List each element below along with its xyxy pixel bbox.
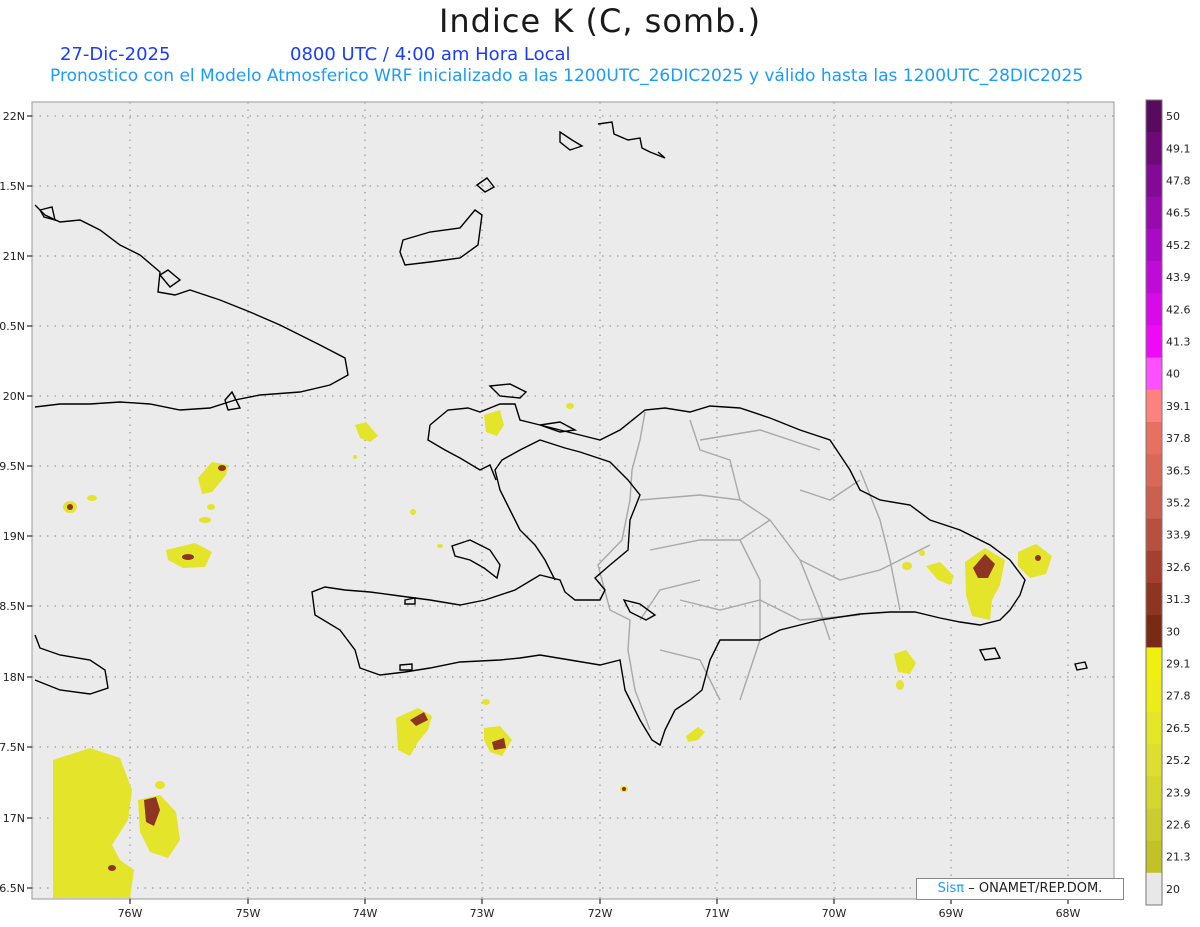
- legend-label: 32.6: [1166, 561, 1191, 574]
- lon-label: 72W: [588, 907, 613, 920]
- legend-label: 33.9: [1166, 529, 1191, 542]
- legend-swatch: [1146, 583, 1162, 616]
- lon-labels: 76W 75W 74W 73W 72W 71W 70W 69W 68W: [118, 907, 1081, 920]
- legend-colorbar: [1145, 99, 1163, 906]
- lon-label: 71W: [705, 907, 730, 920]
- legend-swatch: [1146, 325, 1162, 359]
- legend-label: 45.2: [1166, 239, 1191, 252]
- lat-label: 18N: [3, 671, 25, 684]
- lat-label: 19N: [3, 530, 25, 543]
- legend-label: 22.6: [1166, 819, 1191, 832]
- lon-label: 74W: [353, 907, 378, 920]
- lat-label: 17N: [3, 812, 25, 825]
- legend-swatch: [1146, 132, 1162, 165]
- legend-swatch: [1146, 872, 1162, 906]
- lon-label: 69W: [939, 907, 964, 920]
- lat-label: 1.5N: [0, 180, 25, 193]
- legend-label: 40: [1166, 368, 1180, 381]
- legend-swatch: [1146, 196, 1162, 230]
- legend-label: 20: [1166, 883, 1180, 896]
- legend-label: 42.6: [1166, 303, 1191, 316]
- legend-label: 25.2: [1166, 754, 1191, 767]
- legend-swatch: [1146, 518, 1162, 552]
- credit-tag: Sisπ – ONAMET/REP.DOM.: [916, 878, 1124, 900]
- lon-label: 68W: [1056, 907, 1081, 920]
- lat-label: 0.5N: [0, 320, 25, 333]
- legend-swatch: [1146, 711, 1162, 745]
- legend-label: 23.9: [1166, 786, 1191, 799]
- legend-label: 31.3: [1166, 593, 1191, 606]
- legend-swatch: [1146, 454, 1162, 487]
- legend-swatch: [1146, 261, 1162, 294]
- legend-swatch: [1146, 615, 1162, 648]
- legend-label: 49.1: [1166, 142, 1191, 155]
- legend-label: 50: [1166, 110, 1180, 123]
- lat-labels: 22N 1.5N 21N 0.5N 20N 9.5N 19N 8.5N 18N …: [0, 110, 25, 895]
- lat-label: 7.5N: [0, 741, 25, 754]
- lon-label: 75W: [236, 907, 261, 920]
- lat-label: 21N: [3, 250, 25, 263]
- lat-label: 22N: [3, 110, 25, 123]
- legend-label: 27.8: [1166, 690, 1191, 703]
- map-canvas: 22N 1.5N 21N 0.5N 20N 9.5N 19N 8.5N 18N …: [0, 99, 1191, 920]
- legend-swatch: [1146, 164, 1162, 198]
- legend-label: 39.1: [1166, 400, 1191, 413]
- legend-swatch: [1146, 647, 1162, 681]
- legend-label: 36.5: [1166, 464, 1191, 477]
- credit-brand: Sisπ: [937, 881, 965, 896]
- legend-swatch: [1146, 776, 1162, 809]
- legend-swatch: [1146, 744, 1162, 777]
- legend-swatch: [1146, 389, 1162, 423]
- lat-label: 9.5N: [0, 460, 25, 473]
- legend-swatch: [1146, 228, 1162, 262]
- lat-label: 20N: [3, 390, 25, 403]
- legend-swatch: [1146, 679, 1162, 713]
- legend-label: 26.5: [1166, 722, 1191, 735]
- legend-swatch: [1146, 486, 1162, 520]
- legend-swatch: [1146, 422, 1162, 455]
- legend-swatch: [1146, 357, 1162, 391]
- legend-swatch: [1146, 840, 1162, 874]
- legend-label: 46.5: [1166, 207, 1191, 220]
- legend-label: 43.9: [1166, 271, 1191, 284]
- legend-label: 21.3: [1166, 851, 1191, 864]
- lat-label: 8.5N: [0, 600, 25, 613]
- lat-label: 6.5N: [0, 882, 25, 895]
- legend-swatch: [1146, 100, 1162, 133]
- legend-label: 47.8: [1166, 175, 1191, 188]
- legend-swatch: [1146, 808, 1162, 842]
- legend-labels: 50 49.1 47.8 46.5 45.2 43.9 42.6 41.3 40 39.1 37.8…: [1166, 110, 1191, 896]
- lon-label: 76W: [118, 907, 143, 920]
- legend-label: 29.1: [1166, 658, 1191, 671]
- lon-label: 70W: [822, 907, 847, 920]
- legend-swatch: [1146, 550, 1162, 584]
- legend-label: 35.2: [1166, 497, 1191, 510]
- legend-swatch: [1146, 293, 1162, 326]
- legend-label: 30: [1166, 625, 1180, 638]
- legend-label: 37.8: [1166, 432, 1191, 445]
- lon-label: 73W: [470, 907, 495, 920]
- map-area: [31, 101, 1115, 900]
- legend-label: 41.3: [1166, 336, 1191, 349]
- credit-org: – ONAMET/REP.DOM.: [968, 881, 1103, 896]
